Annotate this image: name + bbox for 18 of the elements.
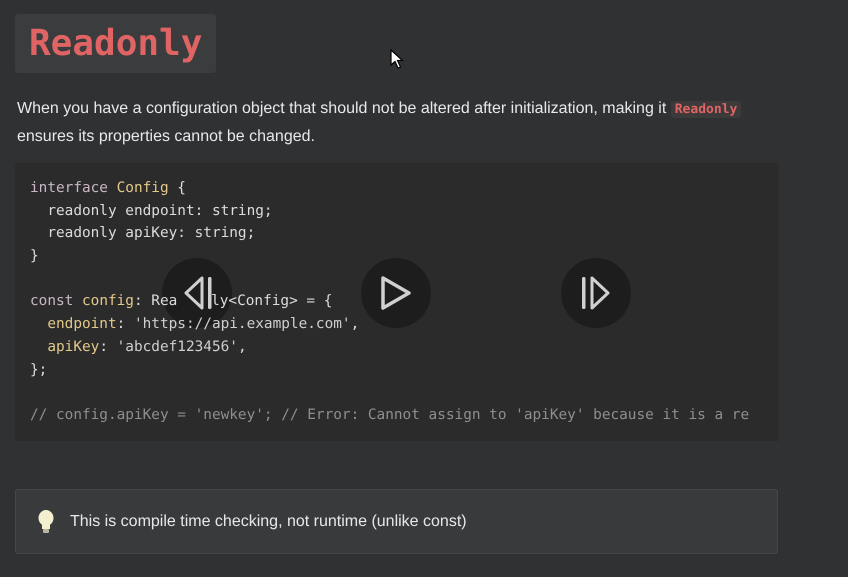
next-icon: [581, 276, 611, 310]
code-line: };: [30, 360, 48, 380]
code-line: readonly endpoint: string;: [46, 202, 273, 221]
code-line: endpoint: 'https://api.example.com',: [46, 315, 360, 334]
page-title: Readonly: [15, 14, 216, 73]
tip-text: This is compile time checking, not runtime (unlike const): [70, 512, 467, 532]
code-line: // config.apiKey = 'newkey'; // Error: Cannot assign to 'apiKey' because it is a re: [30, 406, 750, 425]
code-text: const config: Rea: [30, 292, 178, 312]
previous-icon: [182, 276, 212, 310]
code-line: interface Config {: [30, 179, 186, 198]
mouse-cursor-icon: [390, 49, 404, 70]
code-line: readonly apiKey: string;: [46, 224, 256, 244]
code-line: apiKey: 'abcdef123456',: [46, 338, 247, 357]
intro-paragraph: When you have a configuration object that should not be altered after initialization, making it Readonly ensures its properties cannot be changed.: [17, 95, 767, 150]
play-icon: [381, 276, 411, 310]
code-text: ly<Config> = {: [211, 292, 332, 312]
lightbulb-icon: [38, 510, 54, 534]
code-line: }: [30, 247, 39, 266]
